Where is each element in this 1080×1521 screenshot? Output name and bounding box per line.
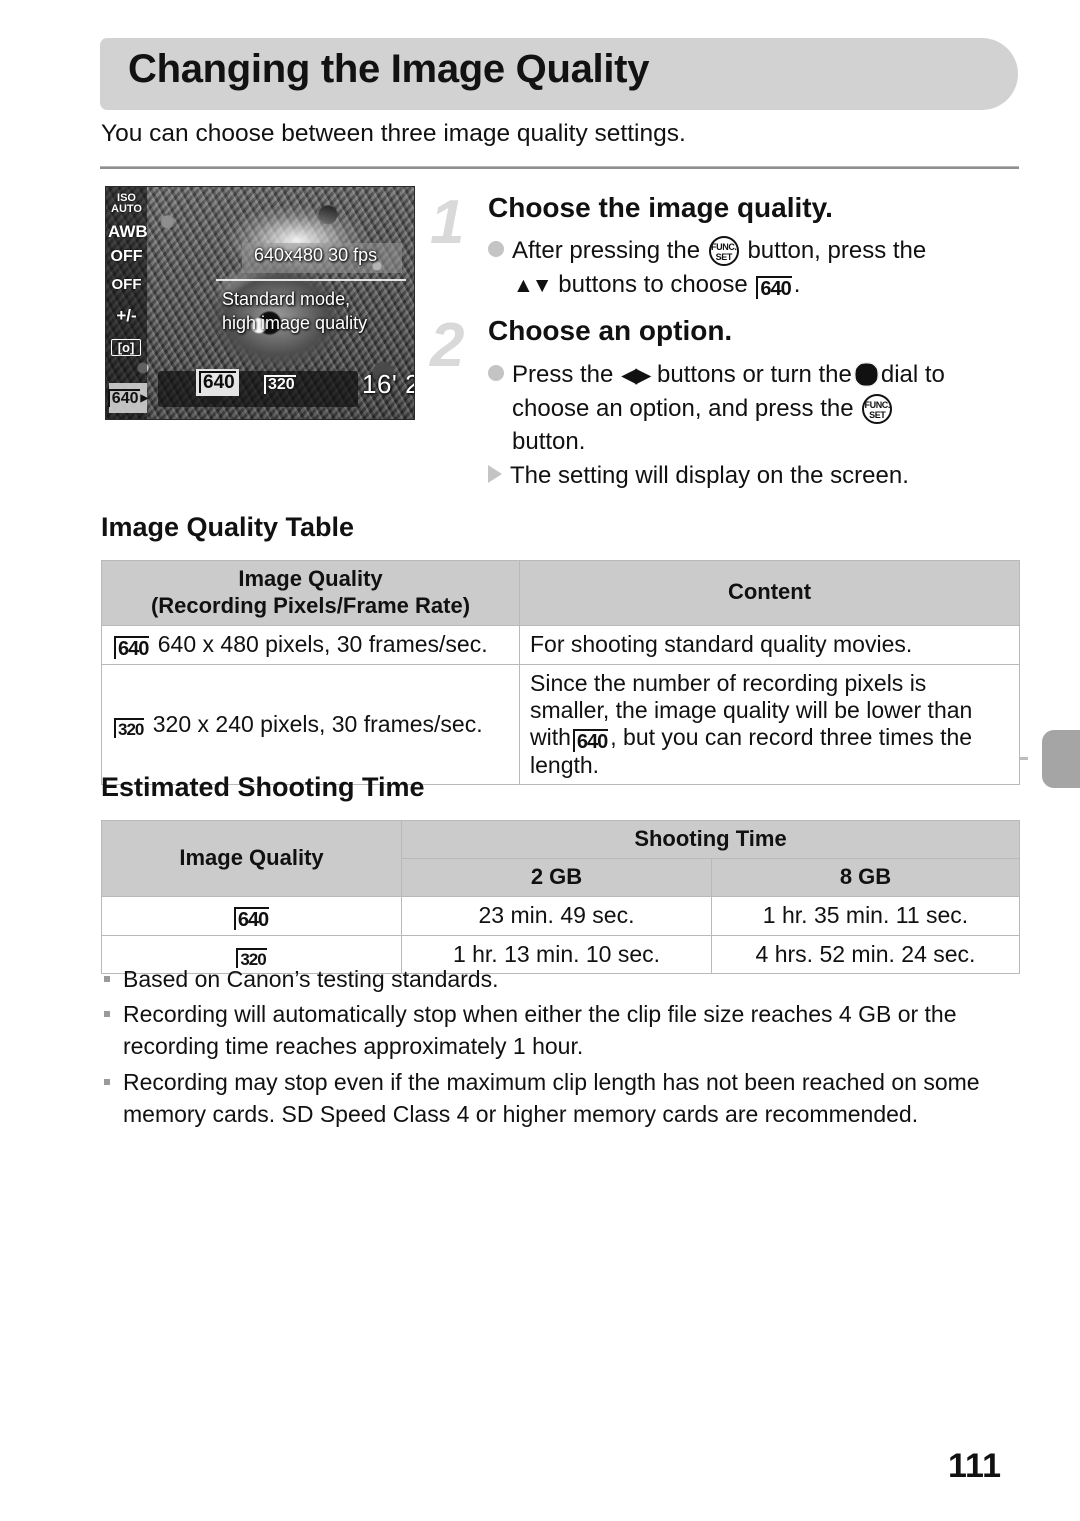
lcd-description-line1: Standard mode, (222, 289, 351, 309)
lcd-remaining-time: 16' 27" (362, 369, 414, 399)
lcd-option-320[interactable]: 320 (264, 375, 296, 394)
image-quality-table: Image Quality (Recording Pixels/Frame Ra… (101, 560, 1020, 785)
page-title: Changing the Image Quality (128, 47, 650, 91)
flash-exposure-icon: +/- (116, 306, 137, 325)
result-triangle-icon (488, 464, 502, 483)
note-item: Recording will automatically stop when e… (101, 998, 1021, 1062)
note-item: Recording may stop even if the maximum c… (101, 1066, 1021, 1130)
table-header-row: Image Quality (Recording Pixels/Frame Ra… (101, 560, 1020, 626)
step-2-result: The setting will display on the screen. (510, 461, 909, 489)
left-right-buttons-icon: ◀▶ (621, 364, 651, 387)
quality-320-icon: 320 (114, 717, 144, 738)
lcd-chip-value: 640 (107, 389, 140, 407)
step-2-number: 2 (430, 311, 465, 380)
step-2-text-e: button. (512, 428, 586, 456)
col-image-quality-header: Image Quality (101, 820, 402, 897)
table-row: 320 320 x 240 pixels, 30 frames/sec. Sin… (101, 663, 1020, 785)
horizontal-rule (100, 166, 1019, 169)
iso-value: AUTO (111, 203, 142, 215)
step-2-text-a: Press the (512, 361, 614, 388)
step-2-text-c: dial to (880, 361, 945, 388)
manual-page: Changing the Image Quality You can choos… (0, 0, 1080, 1521)
row-640-time-8gb: 1 hr. 35 min. 11 sec. (711, 895, 1020, 936)
intro-text: You can choose between three image quali… (101, 120, 686, 147)
row-320-spec: 320 x 240 pixels, 30 frames/sec. (152, 710, 483, 737)
step-2-text-b: buttons or turn the (657, 361, 852, 388)
metering-mode-icon: [o] (111, 339, 141, 356)
shooting-time-heading: Estimated Shooting Time (101, 772, 425, 802)
image-quality-table-heading: Image Quality Table (101, 512, 355, 542)
row-640-content: For shooting standard quality movies. (519, 624, 1020, 665)
quality-640-icon: 640 (233, 906, 269, 930)
lcd-option-640[interactable]: 640 (196, 369, 239, 396)
col-header-line2: (Recording Pixels/Frame Rate) (150, 592, 471, 618)
step-2-text-d: choose an option, and press the (512, 394, 854, 422)
step-1-text-c: buttons to choose (558, 270, 748, 298)
func-set-button-icon: FUNC. SET (708, 236, 739, 266)
page-number: 111 (948, 1447, 1001, 1485)
chevron-right-icon: ▶ (140, 392, 149, 404)
chapter-tab-marker (1042, 730, 1080, 788)
col-image-quality-header: Image Quality (Recording Pixels/Frame Ra… (101, 560, 520, 626)
row-640-spec: 640 x 480 pixels, 30 frames/sec. (157, 630, 488, 657)
step-1-text-d: . (793, 270, 801, 298)
step-1-body: After pressing the FUNC. SET button, pres… (488, 234, 1008, 301)
quality-640-icon: 640 (572, 728, 608, 752)
col-header-line1: Image Quality (238, 566, 383, 591)
lcd-resolution-text: 640x480 30 fps (254, 245, 378, 265)
lcd-option-320-label: 320 (264, 375, 296, 394)
row-320-spec-cell: 320 320 x 240 pixels, 30 frames/sec. (101, 663, 520, 785)
row-640-quality-cell: 640 (101, 895, 402, 936)
shooting-time-table: Image Quality Shooting Time 2 GB 8 GB 64… (101, 820, 1020, 974)
note-item: Based on Canon’s testing standards. (101, 963, 1021, 995)
table-row: 640 23 min. 49 sec. 1 hr. 35 min. 11 sec… (101, 895, 1020, 936)
i-contrast-off-icon: OFF (111, 276, 142, 293)
step-1-text-b: button, press the (747, 237, 927, 264)
lcd-selected-quality-chip: 640 ▶ (107, 383, 149, 413)
bullet-dot-icon (488, 241, 504, 257)
quality-640-icon: 640 (114, 635, 149, 659)
row-320-content: Since the number of recording pixels is … (519, 663, 1020, 785)
footnotes-list: Based on Canon’s testing standards. Reco… (101, 963, 1021, 1133)
iso-auto-icon: ISO AUTO (108, 193, 145, 215)
lcd-divider-line (216, 279, 406, 281)
white-balance-icon: AWB (108, 222, 148, 241)
step-2-body: Press the ◀▶ buttons or turn the dial to … (488, 358, 1018, 492)
col-2gb-header: 2 GB (401, 857, 712, 897)
my-colors-off-icon: OFF (110, 248, 143, 265)
col-8gb-header: 8 GB (711, 857, 1020, 897)
row-640-spec-cell: 640 640 x 480 pixels, 30 frames/sec. (101, 624, 520, 665)
table-row: 640 640 x 480 pixels, 30 frames/sec. For… (101, 624, 1020, 665)
lcd-option-640-label: 640 (199, 371, 236, 393)
bullet-dot-icon (488, 365, 504, 381)
table-header-row: Image Quality Shooting Time (101, 820, 1020, 897)
control-dial-icon (853, 362, 879, 387)
func-set-button-icon: FUNC. SET (862, 393, 893, 424)
step-1-text-a: After pressing the (512, 237, 701, 264)
col-shooting-time-header: Shooting Time (401, 820, 1020, 859)
lcd-description-line2: high image quality (222, 313, 368, 334)
quality-640-icon: 640 (756, 275, 792, 299)
up-down-buttons-icon: ▲▼ (513, 273, 553, 297)
lcd-description: Standard mode, high image quality (222, 287, 367, 336)
lcd-option-bar (158, 371, 358, 407)
step-1-number: 1 (430, 188, 465, 257)
step-1-title: Choose the image quality. (488, 192, 833, 223)
col-content-header: Content (519, 560, 1020, 626)
row-640-time-2gb: 23 min. 49 sec. (401, 895, 712, 936)
camera-lcd-screenshot: ISO AUTO AWB OFF OFF +/- [o] 640 ▶ 640x48… (105, 186, 415, 420)
step-2-title: Choose an option. (488, 315, 733, 346)
